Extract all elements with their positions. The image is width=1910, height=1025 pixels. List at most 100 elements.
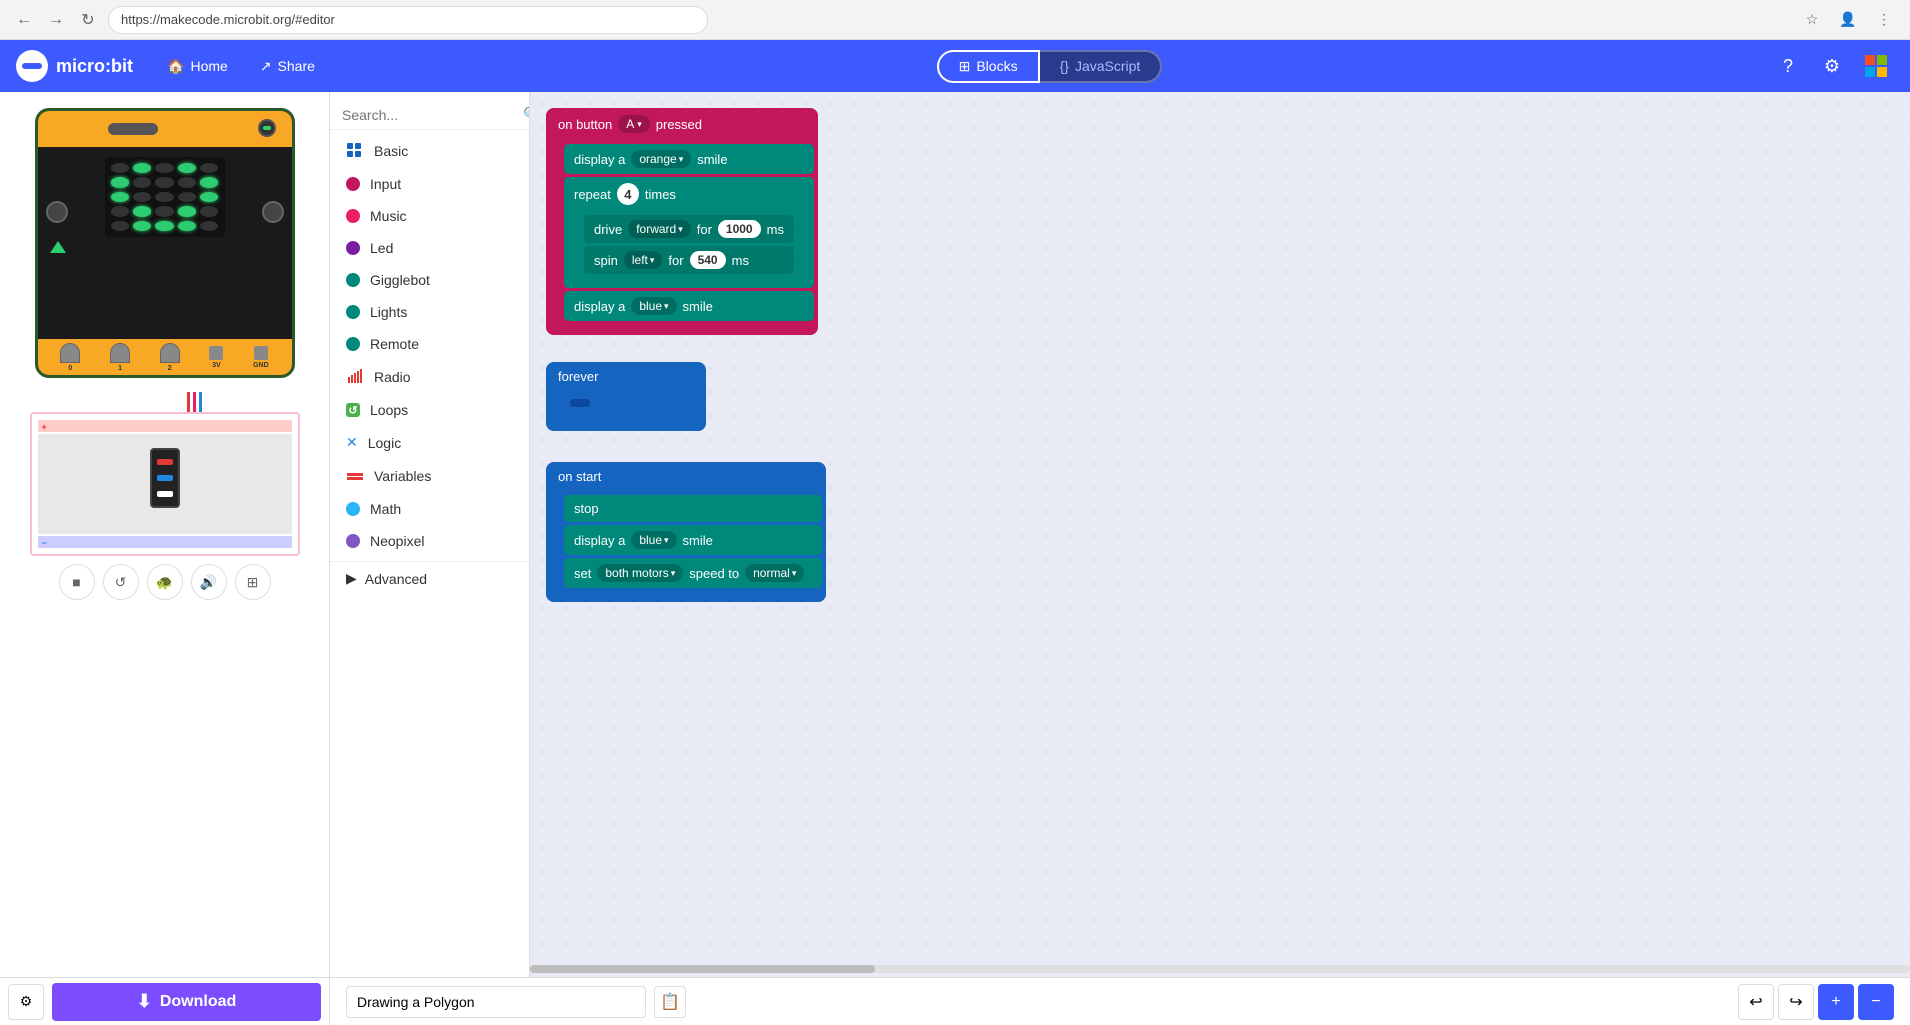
blue-dropdown-3[interactable]: blue ▾ [631, 531, 676, 549]
on-button-block: on button A ▾ pressed display a orange ▾ [546, 108, 818, 335]
simulator-controls: ■ ↺ 🐢 🔊 ⊞ [59, 564, 271, 600]
button-b[interactable] [262, 201, 284, 223]
bottom-right: ↩ ↪ + − [1722, 984, 1910, 1020]
radio-icon [346, 368, 364, 386]
back-button[interactable]: ← [12, 8, 36, 32]
on-start-block: on start stop display a blue ▾ smile [546, 462, 826, 602]
remote-dot [346, 337, 360, 351]
category-input[interactable]: Input [330, 168, 529, 200]
spin-block: spin left ▾ for 540 ms [584, 246, 794, 274]
code-icon: {} [1060, 58, 1069, 74]
main-content: 0 1 2 3V GND [0, 92, 1910, 977]
simulator-panel: 0 1 2 3V GND [0, 92, 330, 977]
led-dot [346, 241, 360, 255]
pressed-label: pressed [656, 117, 702, 132]
bottom-center: 📋 [330, 986, 1722, 1018]
forever-block: forever [546, 362, 706, 431]
download-button[interactable]: ⬇ Download [52, 983, 321, 1021]
display-a-block-3: display a blue ▾ smile [564, 525, 822, 555]
set-motors-block: set both motors ▾ speed to normal ▾ [564, 558, 822, 588]
fullscreen-button[interactable]: ⊞ [235, 564, 271, 600]
chevron-right-icon: ▶ [346, 570, 357, 587]
zoom-out-button[interactable]: − [1858, 984, 1894, 1020]
category-logic[interactable]: ✕ Logic [330, 426, 529, 459]
repeat-count[interactable]: 4 [617, 183, 639, 205]
category-basic[interactable]: Basic [330, 134, 529, 168]
search-input[interactable] [342, 107, 523, 123]
help-button[interactable]: ? [1770, 48, 1806, 84]
category-math[interactable]: Math [330, 493, 529, 525]
logic-icon: ✕ [346, 434, 358, 451]
category-lights[interactable]: Lights [330, 296, 529, 328]
category-loops[interactable]: ↺ Loops [330, 394, 529, 426]
redo-button[interactable]: ↪ [1778, 984, 1814, 1020]
categories-panel: 🔍 Basic Input Music Led [330, 92, 530, 977]
category-advanced[interactable]: ▶ Advanced [330, 561, 529, 595]
profile-icon[interactable]: 👤 [1834, 6, 1862, 34]
refresh-button[interactable]: ↻ [76, 8, 100, 32]
gigglebot-dot [346, 273, 360, 287]
header-nav: 🏠 Home ↗ Share [153, 52, 329, 81]
bookmark-icon[interactable]: ☆ [1798, 6, 1826, 34]
share-icon: ↗ [260, 58, 272, 75]
music-dot [346, 209, 360, 223]
app-header: micro:bit 🏠 Home ↗ Share ⊞ Blocks {} Jav… [0, 40, 1910, 92]
project-name-input[interactable] [346, 986, 646, 1018]
microbit-device: 0 1 2 3V GND [35, 108, 295, 378]
search-box: 🔍 [330, 100, 529, 130]
category-variables[interactable]: Variables [330, 459, 529, 493]
project-settings-button[interactable]: ⚙ [8, 984, 44, 1020]
normal-dropdown[interactable]: normal ▾ [745, 564, 804, 582]
share-nav-item[interactable]: ↗ Share [246, 52, 329, 81]
project-icon-button[interactable]: 📋 [654, 986, 686, 1018]
drive-time-value[interactable]: 1000 [718, 220, 761, 238]
variables-icon [346, 467, 364, 485]
breadboard: + − [30, 412, 300, 556]
stop-button[interactable]: ■ [59, 564, 95, 600]
header-center: ⊞ Blocks {} JavaScript [341, 50, 1758, 83]
search-icon[interactable]: 🔍 [523, 106, 530, 123]
workspace-scrollbar[interactable] [530, 965, 1910, 973]
spin-time-value[interactable]: 540 [690, 251, 726, 269]
on-button-label: on button [558, 117, 612, 132]
category-neopixel[interactable]: Neopixel [330, 525, 529, 557]
microsoft-logo [1858, 48, 1894, 84]
button-a-dropdown[interactable]: A ▾ [618, 115, 650, 133]
stop-block: stop [564, 495, 822, 522]
settings-button[interactable]: ⚙ [1814, 48, 1850, 84]
input-dot [346, 177, 360, 191]
zoom-in-button[interactable]: + [1818, 984, 1854, 1020]
category-gigglebot[interactable]: Gigglebot [330, 264, 529, 296]
more-icon[interactable]: ⋮ [1870, 6, 1898, 34]
slow-motion-button[interactable]: 🐢 [147, 564, 183, 600]
header-right: ? ⚙ [1770, 48, 1894, 84]
both-motors-dropdown[interactable]: both motors ▾ [597, 564, 683, 582]
home-icon: 🏠 [167, 58, 184, 75]
restart-button[interactable]: ↺ [103, 564, 139, 600]
scrollbar-thumb[interactable] [530, 965, 875, 973]
address-bar[interactable]: https://makecode.microbit.org/#editor [108, 6, 708, 34]
button-a[interactable] [46, 201, 68, 223]
blocks-icon: ⊞ [959, 58, 971, 75]
forward-button[interactable]: → [44, 8, 68, 32]
category-remote[interactable]: Remote [330, 328, 529, 360]
workspace[interactable]: on button A ▾ pressed display a orange ▾ [530, 92, 1910, 977]
undo-button[interactable]: ↩ [1738, 984, 1774, 1020]
sound-button[interactable]: 🔊 [191, 564, 227, 600]
browser-bar: ← → ↻ https://makecode.microbit.org/#edi… [0, 0, 1910, 40]
home-nav-item[interactable]: 🏠 Home [153, 52, 242, 81]
repeat-block: repeat 4 times drive [564, 177, 814, 288]
basic-icon [346, 142, 364, 160]
lights-dot [346, 305, 360, 319]
category-radio[interactable]: Radio [330, 360, 529, 394]
blocks-tab[interactable]: ⊞ Blocks [937, 50, 1040, 83]
category-music[interactable]: Music [330, 200, 529, 232]
blue-dropdown-1[interactable]: blue ▾ [631, 297, 676, 315]
logo-area: micro:bit [16, 50, 133, 82]
bottom-left: ⚙ ⬇ Download [0, 978, 330, 1025]
left-dropdown[interactable]: left ▾ [624, 251, 663, 269]
orange-dropdown[interactable]: orange ▾ [631, 150, 691, 168]
forward-dropdown[interactable]: forward ▾ [628, 220, 691, 238]
category-led[interactable]: Led [330, 232, 529, 264]
javascript-tab[interactable]: {} JavaScript [1040, 50, 1163, 83]
